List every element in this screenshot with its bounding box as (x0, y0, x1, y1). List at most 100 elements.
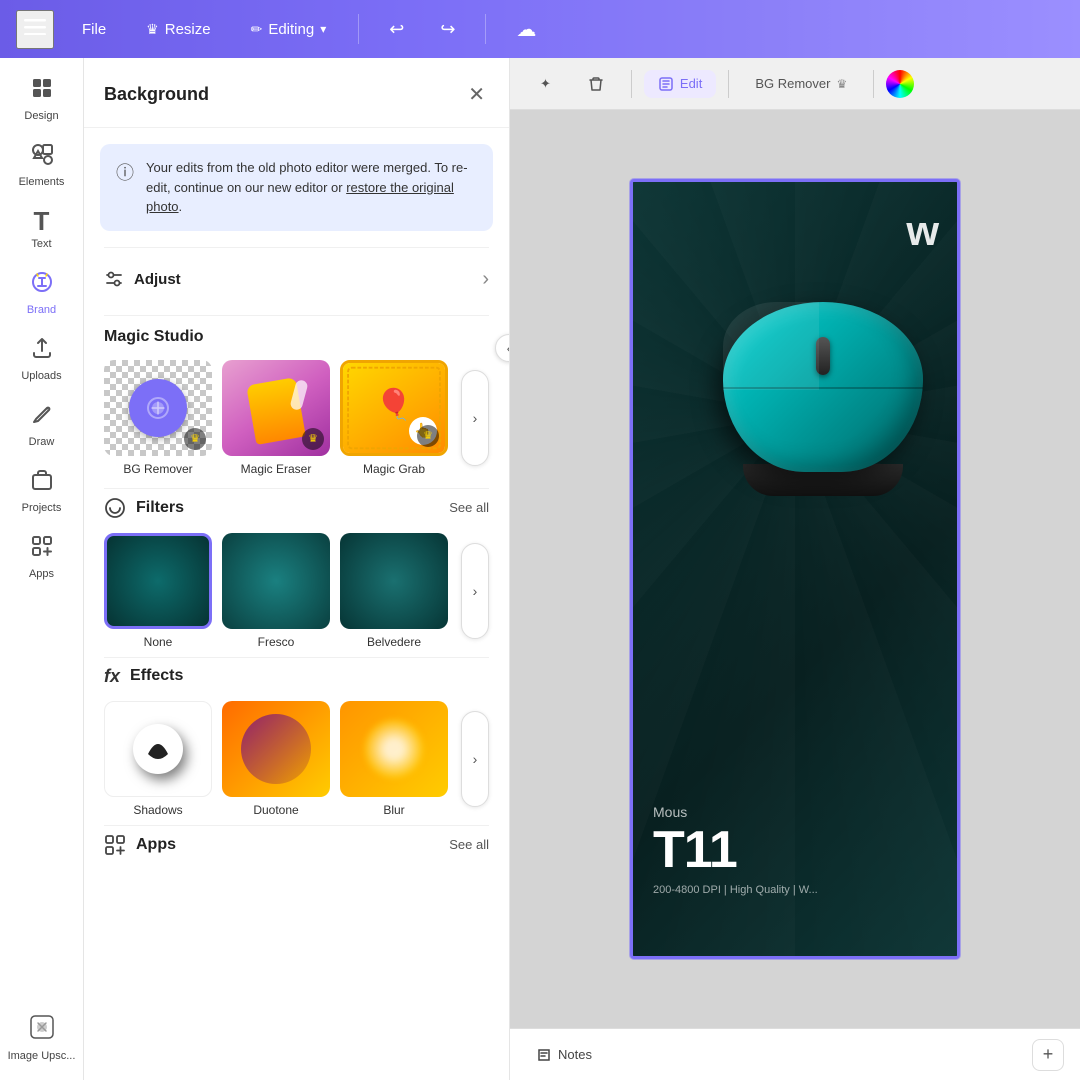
effect-blur[interactable]: Blur (340, 701, 448, 817)
sidebar-item-uploads[interactable]: Uploads (2, 326, 82, 392)
svg-text:🎈: 🎈 (375, 385, 412, 421)
filters-header: Filters See all (104, 497, 489, 519)
sidebar-item-draw[interactable]: Draw (2, 392, 82, 458)
card-logo: w (906, 207, 939, 255)
brand-icon (30, 270, 54, 300)
edit-button[interactable]: Edit (644, 70, 716, 98)
apps-label: Apps (29, 568, 54, 580)
effects-row-wrapper: Shadows Duotone (104, 701, 489, 817)
crown-icon-toolbar: ♛ (836, 77, 847, 91)
background-panel: Background ✕ ⓘ Your edits from the old p… (84, 58, 510, 1080)
apps-see-all[interactable]: See all (449, 837, 489, 852)
magic-grab-label: Magic Grab (363, 462, 425, 476)
adjust-header[interactable]: Adjust › (104, 256, 489, 303)
bg-remover-toolbar-button[interactable]: BG Remover ♛ (741, 70, 861, 97)
design-label: Design (24, 110, 58, 122)
sidebar-item-projects[interactable]: Projects (2, 458, 82, 524)
magic-studio-section: Magic Studio ♛ BG Remover (84, 316, 509, 488)
image-upscale-label: Image Upsc... (8, 1050, 76, 1062)
sidebar-item-design[interactable]: Design (2, 66, 82, 132)
editing-button[interactable]: ✏ Editing ▾ (239, 15, 339, 44)
magic-item-grab[interactable]: 🎈 👆 ♛ Magic Grab (340, 360, 448, 476)
canvas-toolbar: ✦ Edit BG Remover ♛ (510, 58, 1080, 110)
card-text-bottom: Mous T11 200-4800 DPI | High Quality | W… (653, 804, 937, 896)
notes-label: Notes (558, 1047, 592, 1062)
filters-scroll-right[interactable]: › (461, 543, 489, 639)
sidebar-item-brand[interactable]: Brand (2, 260, 82, 326)
design-card-inner: w (633, 182, 957, 956)
draw-icon (30, 402, 54, 432)
add-page-button[interactable]: + (1032, 1039, 1064, 1071)
toolbar-divider-3 (873, 70, 874, 98)
filter-fresco[interactable]: Fresco (222, 533, 330, 649)
filter-none[interactable]: None (104, 533, 212, 649)
sidebar-item-text[interactable]: T Text (2, 198, 82, 260)
filter-belvedere[interactable]: Belvedere (340, 533, 448, 649)
magic-item-bg-remover[interactable]: ♛ BG Remover (104, 360, 212, 476)
magic-items-wrapper: ♛ BG Remover ♛ Magic Eraser (104, 360, 489, 476)
bg-remover-thumb: ♛ (104, 360, 212, 456)
draw-label: Draw (29, 436, 55, 448)
effect-duotone-label: Duotone (253, 803, 298, 817)
elements-label: Elements (19, 176, 65, 188)
panel-close-button[interactable]: ✕ (464, 78, 489, 111)
filters-row-wrapper: None Fresco Belvedere F... › (104, 533, 489, 649)
magic-scroll-right[interactable]: › (461, 370, 489, 466)
effects-scroll-right[interactable]: › (461, 711, 489, 807)
bg-remover-label: BG Remover (123, 462, 192, 476)
magic-item-eraser[interactable]: ♛ Magic Eraser (222, 360, 330, 476)
sidebar-item-apps[interactable]: Apps (2, 524, 82, 590)
magic-items-row: ♛ BG Remover ♛ Magic Eraser (104, 360, 457, 476)
cloud-save-button[interactable]: ☁ (506, 11, 546, 48)
filter-none-label: None (144, 635, 173, 649)
effects-section: fx Effects Shadows (84, 658, 509, 825)
adjust-icon (104, 269, 124, 289)
add-magic-button[interactable]: ✦ (526, 70, 565, 98)
filter-fresco-label: Fresco (258, 635, 295, 649)
crown-icon: ♛ (146, 21, 159, 38)
delete-button[interactable] (573, 69, 619, 99)
mouse-image-container (683, 302, 957, 582)
crown-badge-eraser: ♛ (302, 428, 324, 450)
sidebar-item-image-upscale[interactable]: Image Upsc... (2, 1004, 82, 1072)
file-button[interactable]: File (70, 15, 118, 44)
effect-duotone[interactable]: Duotone (222, 701, 330, 817)
info-text: Your edits from the old photo editor wer… (146, 158, 477, 217)
sidebar-item-elements[interactable]: Elements (2, 132, 82, 198)
info-box: ⓘ Your edits from the old photo editor w… (100, 144, 493, 231)
filters-title: Filters (104, 497, 184, 519)
undo-button[interactable]: ↩ (379, 13, 414, 46)
magic-eraser-thumb: ♛ (222, 360, 330, 456)
delete-icon (587, 75, 605, 93)
filters-see-all[interactable]: See all (449, 500, 489, 515)
effects-title: fx Effects (104, 666, 489, 687)
brand-label: Brand (27, 304, 56, 316)
add-page-icon: + (1043, 1044, 1054, 1065)
design-card[interactable]: w (630, 179, 960, 959)
effect-shadows[interactable]: Shadows (104, 701, 212, 817)
filter-belvedere-label: Belvedere (367, 635, 421, 649)
elements-icon (30, 142, 54, 172)
panel-title: Background (104, 84, 209, 105)
toolbar-divider-1 (631, 70, 632, 98)
effect-duotone-thumb (222, 701, 330, 797)
filter-belvedere-thumb (340, 533, 448, 629)
image-upscale-icon (29, 1014, 55, 1046)
effect-blur-label: Blur (383, 803, 404, 817)
magic-studio-title: Magic Studio (104, 328, 489, 346)
add-magic-icon: ✦ (540, 76, 551, 92)
magic-eraser-label: Magic Eraser (241, 462, 312, 476)
resize-button[interactable]: ♛ Resize (134, 15, 222, 44)
effect-shadows-thumb (104, 701, 212, 797)
left-sidebar: Design Elements T Text Brand (0, 58, 84, 1080)
notes-button[interactable]: Notes (526, 1041, 602, 1069)
topbar: File ♛ Resize ✏ Editing ▾ ↩ ↪ ☁ (0, 0, 1080, 58)
apps-section-icon (104, 834, 126, 856)
filters-row: None Fresco Belvedere F... (104, 533, 457, 649)
redo-button[interactable]: ↪ (430, 13, 465, 46)
menu-button[interactable] (16, 10, 54, 49)
canvas-bottom: Notes + (510, 1028, 1080, 1080)
pencil-icon: ✏ (251, 21, 263, 38)
color-wheel[interactable] (886, 70, 914, 98)
dropdown-icon: ▾ (320, 22, 326, 36)
